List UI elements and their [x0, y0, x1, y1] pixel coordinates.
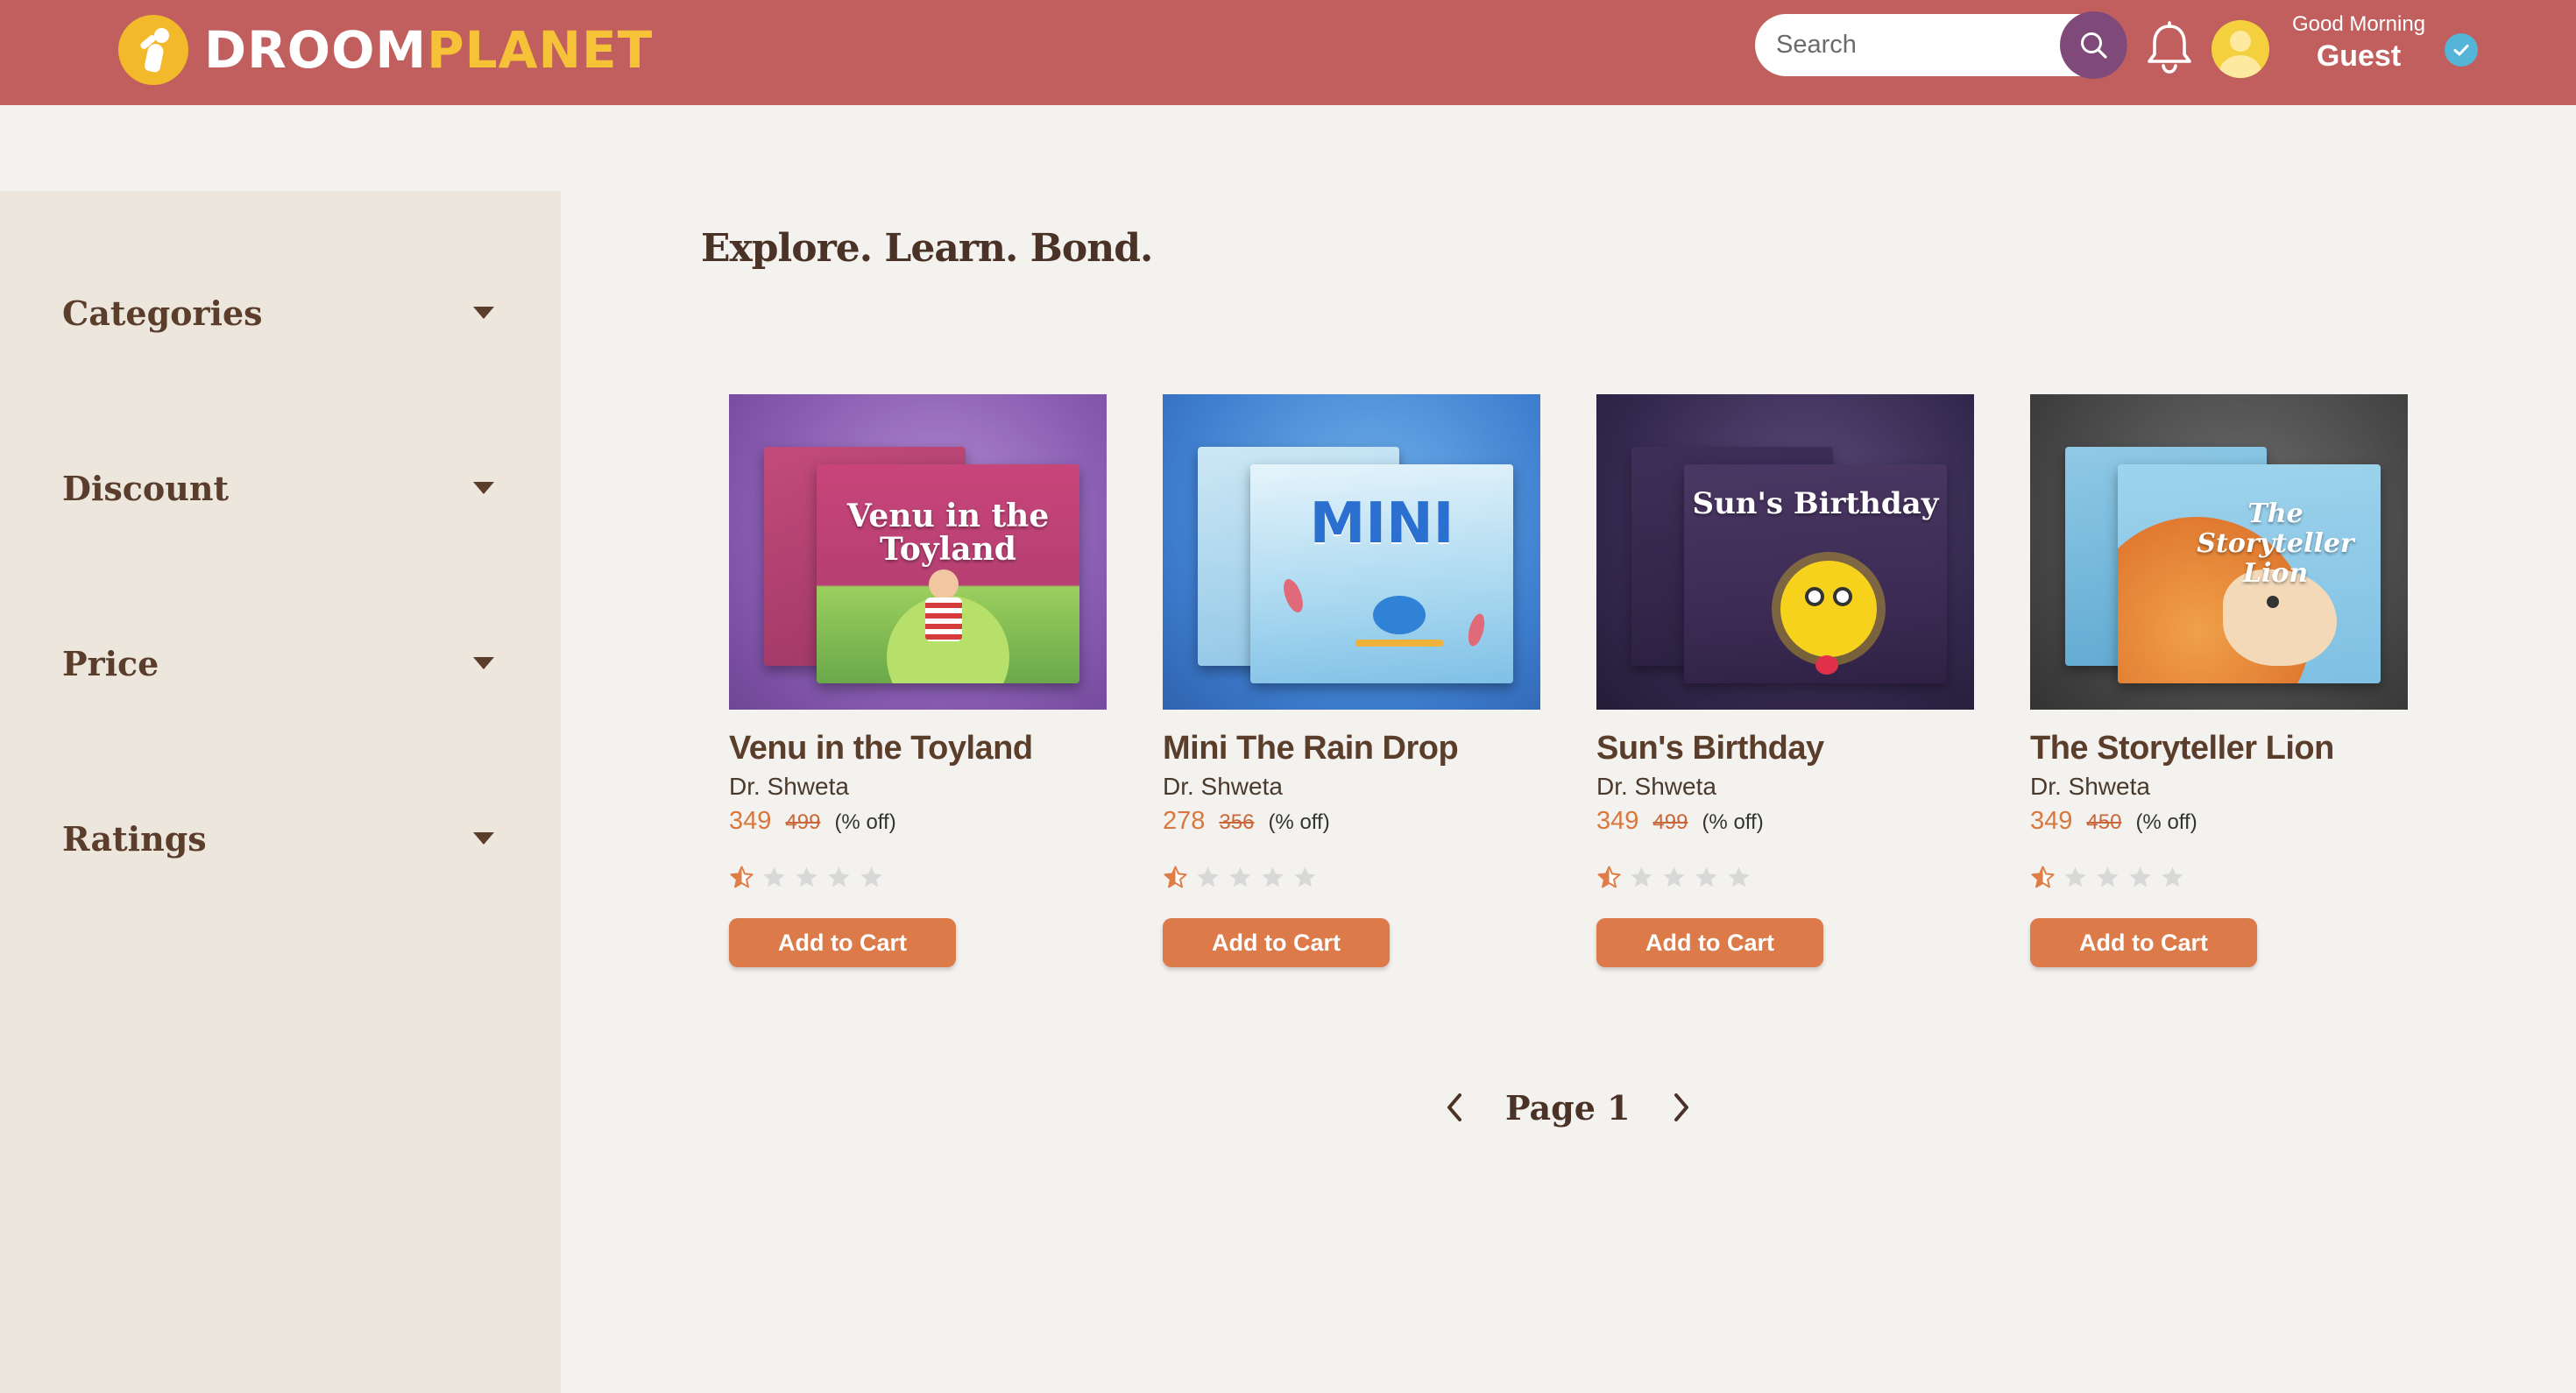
brand-logo[interactable]: DROOMPLANET: [118, 15, 653, 85]
price-line: 349 499 (% off): [729, 804, 1107, 839]
product-title[interactable]: The Storyteller Lion: [2030, 727, 2408, 769]
add-to-cart-button[interactable]: Add to Cart: [1596, 918, 1823, 967]
filter-label: Ratings: [62, 818, 207, 859]
filter-label: Price: [62, 643, 159, 683]
price-line: 278 356 (% off): [1163, 804, 1540, 839]
page-indicator: Page 1: [1505, 1087, 1631, 1128]
add-to-cart-button[interactable]: Add to Cart: [729, 918, 956, 967]
cover-title: The Storyteller Lion: [2197, 499, 2354, 589]
filter-label: Discount: [62, 468, 230, 508]
product-cover-image[interactable]: Venu in the Toyland: [729, 394, 1107, 710]
product-cover-image[interactable]: The Storyteller Lion: [2030, 394, 2408, 710]
user-name: Guest: [2316, 39, 2402, 73]
product-price: 349: [1596, 807, 1639, 835]
brand-name-part2: PLANET: [427, 20, 654, 80]
avatar[interactable]: [2212, 20, 2269, 78]
star-icon: [1695, 866, 1717, 887]
filter-categories[interactable]: Categories: [62, 282, 500, 343]
product-title[interactable]: Venu in the Toyland: [729, 727, 1107, 769]
product-author: Dr. Shweta: [1596, 773, 1716, 800]
top-header: DROOMPLANET Good Morning Guest: [0, 0, 2576, 105]
search-input[interactable]: [1776, 14, 2039, 76]
star-icon: [860, 866, 882, 887]
star-icon: [1631, 866, 1652, 887]
product-mrp: 499: [785, 810, 821, 834]
price-line: 349 450 (% off): [2030, 804, 2408, 839]
product-author: Dr. Shweta: [1163, 773, 1283, 800]
product-price: 278: [1163, 807, 1206, 835]
add-to-cart-button[interactable]: Add to Cart: [1163, 918, 1390, 967]
cover-title: Sun's Birthday: [1692, 486, 1939, 521]
product-title[interactable]: Mini The Rain Drop: [1163, 727, 1540, 769]
star-icon: [1197, 866, 1219, 887]
brand-name-part1: DROOM: [204, 20, 428, 80]
star-icon: [1663, 866, 1685, 887]
product-author: Dr. Shweta: [2030, 773, 2150, 800]
add-to-cart-button[interactable]: Add to Cart: [2030, 918, 2257, 967]
greeting-text: Good Morning: [2291, 12, 2426, 36]
search-bar: [1755, 11, 2127, 79]
chevron-left-icon[interactable]: [1437, 1083, 1472, 1132]
product-card: The Storyteller Lion The Storyteller Lio…: [2030, 394, 2408, 967]
half-star-icon: [730, 865, 754, 887]
bell-icon[interactable]: [2144, 21, 2195, 75]
filter-sidebar: Categories Discount Price Ratings: [0, 191, 561, 1393]
filter-label: Categories: [62, 293, 263, 333]
product-mrp: 450: [2086, 810, 2122, 834]
star-icon: [763, 866, 785, 887]
product-mrp: 499: [1652, 810, 1688, 834]
cover-title: MINI: [1309, 491, 1454, 556]
discount-label: (% off): [1268, 810, 1330, 834]
star-icon: [1229, 866, 1251, 887]
product-price: 349: [2030, 807, 2073, 835]
product-card: Sun's Birthday Sun's Birthday Dr. Shweta…: [1596, 394, 1974, 967]
page-title: Explore. Learn. Bond.: [701, 226, 1153, 271]
star-rating[interactable]: [1596, 862, 1974, 892]
caret-down-icon: [473, 832, 494, 845]
price-line: 349 499 (% off): [1596, 804, 1974, 839]
product-title[interactable]: Sun's Birthday: [1596, 727, 1974, 769]
star-icon: [1262, 866, 1284, 887]
caret-down-icon: [473, 307, 494, 319]
search-icon: [2080, 32, 2107, 59]
star-rating[interactable]: [2030, 862, 2408, 892]
product-mrp: 356: [1219, 810, 1255, 834]
half-star-icon: [1164, 865, 1187, 887]
star-icon: [796, 866, 817, 887]
star-icon: [2162, 866, 2183, 887]
caret-down-icon: [473, 657, 494, 669]
star-rating[interactable]: [1163, 862, 1540, 892]
brand-wordmark: DROOMPLANET: [204, 15, 653, 85]
half-star-icon: [1597, 865, 1621, 887]
filter-discount[interactable]: Discount: [62, 457, 500, 519]
product-price: 349: [729, 807, 772, 835]
product-cover-image[interactable]: Sun's Birthday: [1596, 394, 1974, 710]
chevron-right-icon[interactable]: [1664, 1083, 1699, 1132]
star-rating[interactable]: [729, 862, 1107, 892]
star-icon: [2129, 866, 2151, 887]
pagination: Page 1: [1437, 1083, 1699, 1132]
star-icon: [828, 866, 850, 887]
star-icon: [1728, 866, 1750, 887]
search-button[interactable]: [2060, 11, 2127, 79]
filter-price[interactable]: Price: [62, 633, 500, 694]
caret-down-icon: [473, 482, 494, 494]
discount-label: (% off): [1702, 810, 1764, 834]
star-icon: [2064, 866, 2086, 887]
user-greeting: Good Morning Guest: [2289, 11, 2429, 74]
filter-ratings[interactable]: Ratings: [62, 808, 500, 869]
product-cover-image[interactable]: MINI: [1163, 394, 1540, 710]
discount-label: (% off): [2135, 810, 2197, 834]
product-card: MINI Mini The Rain Drop Dr. Shweta 278 3…: [1163, 394, 1540, 967]
product-author: Dr. Shweta: [729, 773, 849, 800]
half-star-icon: [2031, 865, 2055, 887]
discount-label: (% off): [834, 810, 896, 834]
cover-title: Venu in the Toyland: [846, 498, 1050, 568]
star-icon: [2097, 866, 2119, 887]
product-card: Venu in the Toyland Venu in the Toyland …: [729, 394, 1107, 967]
check-badge-icon: [2445, 33, 2478, 67]
kid-logo-icon: [118, 15, 188, 85]
star-icon: [1294, 866, 1316, 887]
